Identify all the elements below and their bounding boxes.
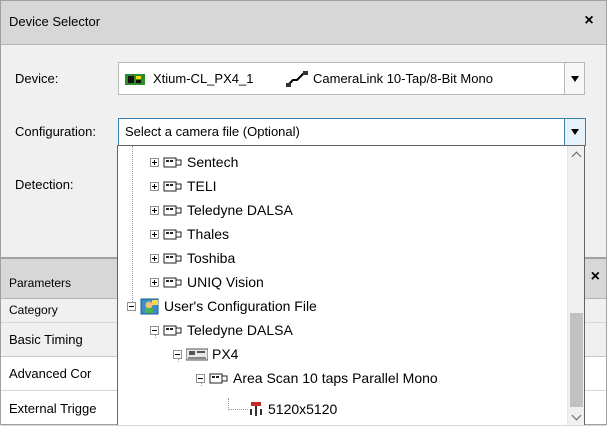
tree-item-teli[interactable]: TELI [150, 174, 217, 198]
tree-item-label: Toshiba [187, 250, 236, 266]
expand-icon[interactable] [150, 157, 159, 167]
tree-item-label: PX4 [212, 346, 239, 362]
parameter-category-label: External Trigge [9, 401, 97, 416]
camera-icon [163, 157, 182, 168]
tree-item-label: Thales [187, 226, 230, 242]
category-header: Category [9, 303, 58, 317]
configuration-value: Select a camera file (Optional) [125, 124, 300, 139]
tree-item-px4[interactable]: PX4 [173, 342, 238, 366]
parameter-category-label: Advanced Cor [9, 366, 92, 381]
tree-scrollbar[interactable] [567, 146, 584, 425]
configuration-dropdown-arrow[interactable] [564, 119, 585, 145]
tree-guide-line [132, 146, 133, 304]
tree-item-teledyne-dalsa-user[interactable]: Teledyne DALSA [150, 318, 293, 342]
camera-icon [163, 325, 182, 336]
camera-icon [163, 229, 182, 240]
user-config-icon [140, 298, 159, 315]
chevron-down-icon [570, 75, 579, 82]
tree-item-label: 5120x5120 [268, 401, 338, 417]
tree-item-label: UNIQ Vision [187, 274, 264, 290]
detection-label: Detection: [15, 177, 74, 192]
tree-item-area-scan[interactable]: Area Scan 10 taps Parallel Mono [196, 366, 438, 390]
scroll-thumb[interactable] [570, 313, 583, 407]
tree-item-label: User's Configuration File [164, 298, 317, 314]
parameters-title: Parameters [9, 276, 72, 290]
expand-icon[interactable] [150, 253, 159, 263]
expand-icon[interactable] [150, 181, 159, 191]
tree-guide-line [228, 398, 229, 408]
collapse-icon[interactable] [173, 349, 182, 359]
tree-guide-line [228, 409, 248, 410]
camera-icon [163, 277, 182, 288]
configuration-select[interactable]: Select a camera file (Optional) [118, 118, 586, 146]
device-label: Device: [15, 71, 59, 86]
tree-item-user-configuration-file[interactable]: User's Configuration File [127, 294, 317, 318]
camera-icon [163, 181, 182, 192]
device-camlink-config: CameraLink 10-Tap/8-Bit Mono [313, 71, 493, 86]
chevron-down-icon [571, 129, 579, 135]
expand-icon[interactable] [150, 205, 159, 215]
camera-icon [209, 373, 228, 384]
device-selector-close-button[interactable]: × [581, 11, 597, 31]
tree-item-label: TELI [187, 178, 217, 194]
scroll-up-button[interactable] [568, 146, 584, 163]
device-board-name: Xtium-CL_PX4_1 [153, 71, 254, 86]
camera-icon [163, 253, 182, 264]
parameters-close-button[interactable]: × [591, 268, 600, 286]
device-dropdown-arrow[interactable] [564, 63, 584, 94]
device-selector-title: Device Selector [9, 14, 101, 29]
tree-item-uniq-vision[interactable]: UNIQ Vision [150, 270, 264, 294]
collapse-icon[interactable] [196, 373, 205, 383]
board-icon [125, 74, 145, 85]
collapse-icon[interactable] [127, 301, 136, 311]
tree-item-toshiba[interactable]: Toshiba [150, 246, 235, 270]
cable-icon [286, 71, 308, 87]
collapse-icon[interactable] [150, 325, 159, 335]
tree-item-thales[interactable]: Thales [150, 222, 229, 246]
board-icon [186, 348, 208, 360]
scroll-down-button[interactable] [568, 409, 584, 425]
expand-icon[interactable] [150, 277, 159, 287]
tree-item-sentech[interactable]: Sentech [150, 150, 238, 174]
parameter-category-label: Basic Timing [9, 332, 83, 347]
tree-item-5120x5120[interactable]: 5120x5120 [248, 397, 337, 421]
chevron-down-icon [571, 410, 582, 421]
configuration-label: Configuration: [15, 124, 96, 139]
tree-item-teledyne-dalsa[interactable]: Teledyne DALSA [150, 198, 293, 222]
tree-item-label: Area Scan 10 taps Parallel Mono [233, 370, 438, 386]
device-selector-titlebar: Device Selector × [1, 1, 606, 45]
configuration-dropdown-tree[interactable]: Sentech TELI Teledyne DALSA Thales Toshi… [117, 145, 585, 425]
camera-icon [163, 205, 182, 216]
device-select[interactable]: Xtium-CL_PX4_1 CameraLink 10-Tap/8-Bit M… [118, 62, 585, 95]
chevron-up-icon [571, 151, 582, 162]
tree-item-label: Sentech [187, 154, 239, 170]
camera-file-icon [250, 402, 262, 416]
tree-item-label: Teledyne DALSA [187, 322, 293, 338]
tree-item-label: Teledyne DALSA [187, 202, 293, 218]
expand-icon[interactable] [150, 229, 159, 239]
